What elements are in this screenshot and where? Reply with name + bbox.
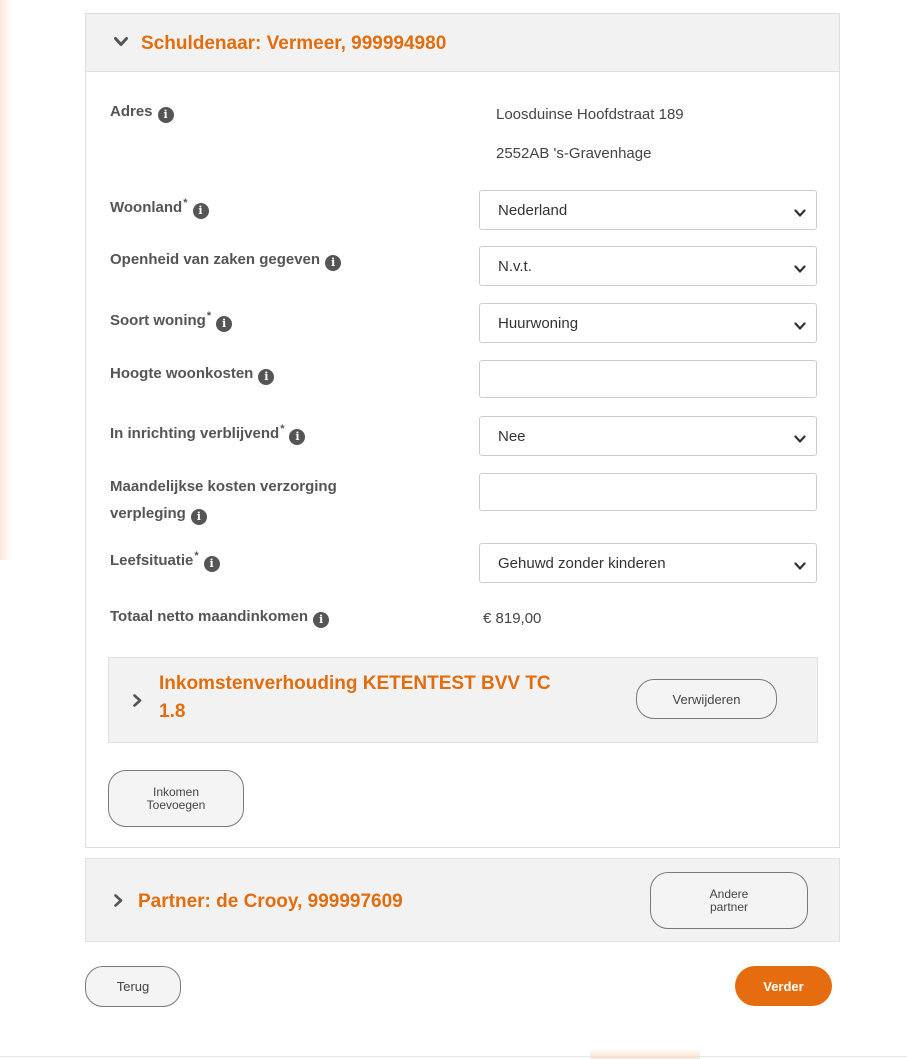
care-cost-label-row: Maandelijkse kosten verzorging verplegin…: [110, 473, 337, 527]
debtor-title: Schuldenaar: Vermeer, 999994980: [141, 33, 447, 54]
housing-type-select-value: Huurwoning: [498, 315, 579, 332]
other-partner-button[interactable]: Andere partner: [650, 872, 808, 929]
housing-cost-input[interactable]: [479, 360, 817, 398]
total-income-value: € 819,00: [483, 610, 542, 627]
partner-title: Partner: de Crooy, 999997609: [138, 891, 403, 912]
info-circle-icon[interactable]: i: [192, 203, 209, 219]
add-income-button[interactable]: Inkomen Toevoegen: [108, 770, 244, 827]
chevron-down-icon[interactable]: [114, 37, 128, 47]
required-marker: *: [206, 310, 212, 322]
debtor-panel-header[interactable]: Schuldenaar: Vermeer, 999994980: [86, 14, 839, 72]
info-circle-icon[interactable]: i: [325, 255, 342, 271]
housing-type-label: Soort woning: [110, 312, 206, 329]
housing-cost-label-row: Hoogte woonkosten i: [110, 360, 275, 387]
chevron-down-icon: [794, 318, 806, 336]
info-circle-icon[interactable]: i: [190, 509, 207, 525]
left-accent-decoration: [0, 0, 12, 560]
remove-income-button[interactable]: Verwijderen: [636, 679, 777, 719]
country-select[interactable]: Nederland: [479, 190, 817, 230]
info-circle-icon[interactable]: i: [313, 612, 330, 628]
required-marker: *: [280, 423, 285, 435]
institution-label-row: In inrichting verblijvend* i: [110, 416, 306, 447]
disclosure-select[interactable]: N.v.t.: [479, 246, 817, 286]
housing-type-label-row: Soort woning* i: [110, 303, 233, 334]
disclosure-label-row: Openheid van zaken gegeven i: [110, 246, 342, 273]
life-situation-label: Leefsituatie: [110, 552, 194, 569]
chevron-down-icon: [794, 431, 806, 449]
disclosure-select-value: N.v.t.: [498, 258, 532, 275]
income-relation-title-line2: 1.8: [159, 701, 186, 722]
housing-type-select[interactable]: Huurwoning: [479, 303, 817, 343]
chevron-down-icon: [794, 558, 806, 576]
bottom-accent-decoration: [590, 1048, 700, 1059]
chevron-right-icon[interactable]: [114, 894, 123, 907]
institution-select[interactable]: Nee: [479, 416, 817, 456]
required-marker: *: [194, 550, 199, 562]
income-relation-panel[interactable]: Inkomstenverhouding KETENTEST BVV TC 1.8…: [108, 657, 818, 743]
add-income-label-line2: Toevoegen: [146, 797, 206, 812]
income-relation-title: Inkomstenverhouding KETENTEST BVV TC 1.8: [159, 670, 551, 726]
info-circle-icon[interactable]: i: [289, 429, 306, 445]
life-situation-select[interactable]: Gehuwd zonder kinderen: [479, 543, 817, 583]
life-situation-label-row: Leefsituatie* i: [110, 543, 220, 574]
disclosure-label: Openheid van zaken gegeven: [110, 251, 321, 268]
info-circle-icon[interactable]: i: [258, 369, 275, 385]
country-label: Woonland: [110, 199, 183, 216]
info-circle-icon[interactable]: i: [216, 316, 233, 332]
address-line2: 2552AB 's-Gravenhage: [496, 145, 652, 162]
country-select-value: Nederland: [498, 202, 568, 219]
total-income-label-row: Totaal netto maandinkomen i: [110, 603, 330, 630]
care-cost-input[interactable]: [479, 473, 817, 511]
next-button[interactable]: Verder: [735, 966, 832, 1006]
add-income-label-line1: Inkomen: [152, 784, 200, 799]
address-label-row: Adres i: [110, 98, 174, 125]
institution-label: In inrichting verblijvend: [110, 425, 280, 442]
chevron-right-icon[interactable]: [133, 694, 142, 707]
partner-panel[interactable]: Partner: de Crooy, 999997609 Andere part…: [85, 858, 840, 942]
country-label-row: Woonland* i: [110, 190, 209, 221]
other-partner-label-line2: partner: [709, 899, 748, 914]
care-cost-label-line1: Maandelijkse kosten verzorging: [110, 478, 337, 495]
chevron-down-icon: [794, 205, 806, 223]
required-marker: *: [183, 197, 188, 209]
life-situation-select-value: Gehuwd zonder kinderen: [498, 555, 666, 572]
address-label: Adres: [110, 103, 153, 120]
chevron-down-icon: [794, 261, 806, 279]
back-button[interactable]: Terug: [85, 966, 181, 1007]
income-relation-title-line1: Inkomstenverhouding KETENTEST BVV TC: [159, 673, 551, 694]
page-bottom-rule: [0, 1056, 907, 1057]
care-cost-label-line2: verpleging: [110, 505, 186, 522]
address-line1: Loosduinse Hoofdstraat 189: [496, 106, 684, 123]
debtor-panel: Schuldenaar: Vermeer, 999994980 Adres i L…: [85, 13, 840, 848]
other-partner-label-line1: Andere: [709, 886, 749, 901]
info-circle-icon[interactable]: i: [157, 107, 174, 123]
housing-cost-label: Hoogte woonkosten: [110, 365, 254, 382]
info-circle-icon[interactable]: i: [203, 556, 220, 572]
total-income-label: Totaal netto maandinkomen: [110, 608, 309, 625]
institution-select-value: Nee: [498, 428, 526, 445]
